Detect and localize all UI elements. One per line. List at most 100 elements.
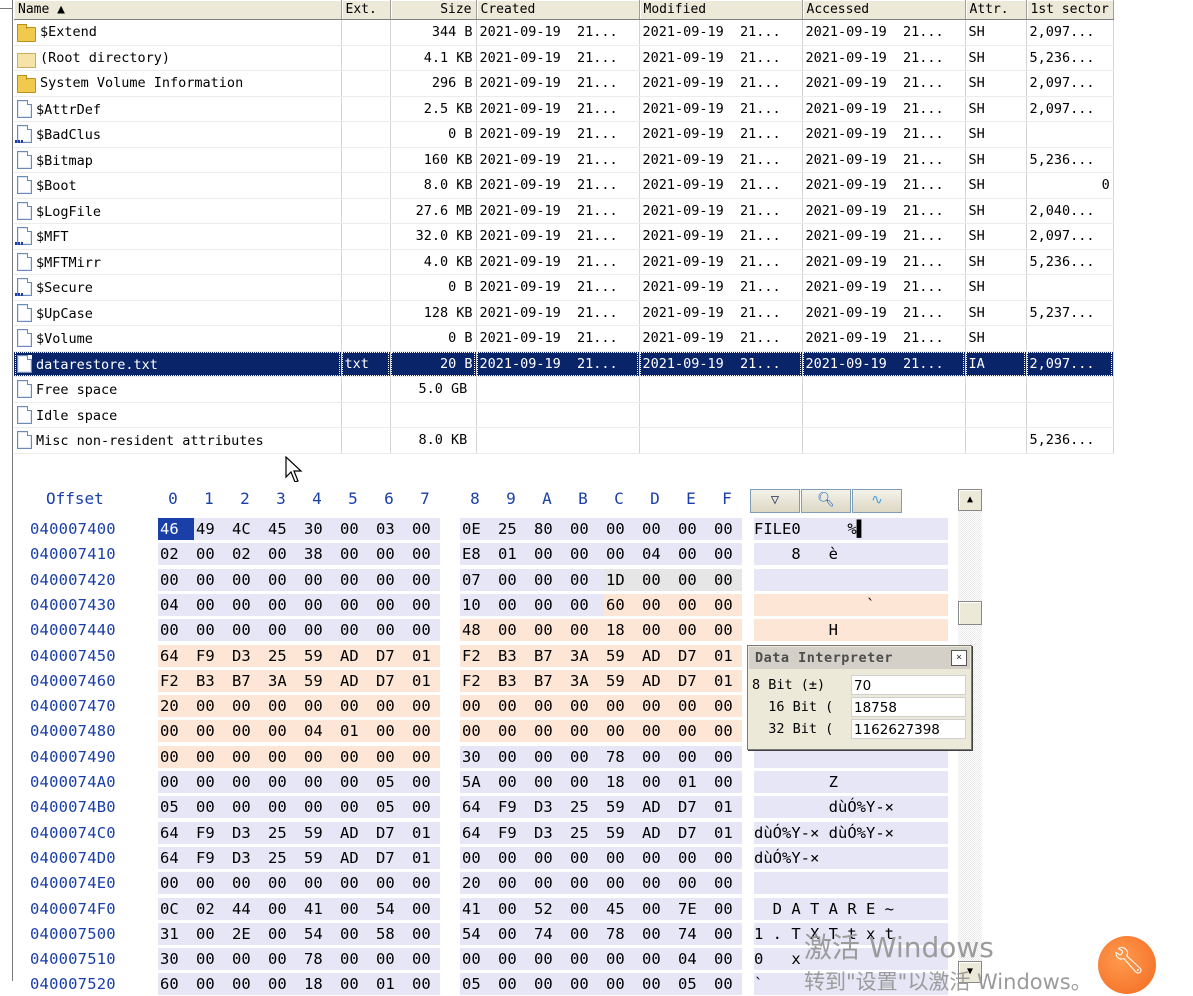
hex-byte[interactable]: 05 [158, 796, 194, 819]
hex-byte[interactable]: 00 [230, 973, 266, 996]
hex-byte[interactable]: B7 [230, 669, 266, 692]
hex-byte[interactable]: 44 [230, 897, 266, 920]
hex-byte[interactable]: 00 [410, 872, 440, 895]
hex-byte[interactable]: 01 [676, 771, 712, 793]
hex-byte[interactable]: 05 [460, 973, 496, 996]
hex-byte[interactable]: D7 [676, 821, 712, 844]
hex-byte[interactable]: F9 [194, 644, 230, 667]
file-row[interactable]: $Volume 0 B 2021-09-19 21... 2021-09-19 21.… [14, 325, 1114, 352]
hex-text[interactable]: dùÓ%Y-× dùÓ%Y-× [754, 821, 948, 844]
hex-byte[interactable]: 20 [460, 872, 496, 895]
hex-byte[interactable]: 00 [194, 695, 230, 718]
hex-byte[interactable]: 7E [676, 897, 712, 920]
hex-byte[interactable]: 78 [604, 922, 640, 945]
hex-byte[interactable]: AD [640, 644, 676, 667]
hex-byte[interactable]: 00 [532, 846, 568, 869]
column-header-created[interactable]: Created [476, 0, 640, 20]
hex-byte[interactable]: 00 [712, 518, 742, 540]
hex-byte[interactable]: 00 [568, 973, 604, 996]
hex-byte[interactable]: 00 [604, 846, 640, 869]
hex-byte[interactable]: 00 [712, 897, 742, 920]
hex-byte[interactable]: 01 [410, 846, 440, 869]
hex-text[interactable] [754, 568, 948, 591]
hex-byte[interactable]: 00 [568, 593, 604, 616]
hex-byte[interactable]: 00 [568, 518, 604, 540]
hex-byte[interactable]: 5A [460, 771, 496, 793]
hex-byte[interactable]: 00 [374, 543, 410, 566]
di-value-8bit[interactable]: 70 [851, 675, 966, 695]
hex-byte[interactable]: AD [338, 821, 374, 844]
hex-byte[interactable]: 00 [712, 922, 742, 945]
hex-byte[interactable]: 00 [604, 695, 640, 718]
hex-byte[interactable]: 64 [158, 644, 194, 667]
hex-byte[interactable]: 00 [410, 948, 440, 971]
hex-byte[interactable]: 41 [302, 897, 338, 920]
hex-byte[interactable]: 00 [302, 695, 338, 718]
hex-byte[interactable]: 00 [532, 720, 568, 743]
hex-byte[interactable]: 00 [338, 897, 374, 920]
wave-button[interactable]: ∿ [852, 489, 902, 513]
hex-byte[interactable]: 00 [496, 922, 532, 945]
hex-byte[interactable]: 00 [302, 872, 338, 895]
hex-byte[interactable]: 41 [460, 897, 496, 920]
hex-byte[interactable]: 00 [266, 922, 302, 945]
hex-byte[interactable]: 54 [460, 922, 496, 945]
hex-byte[interactable]: 00 [194, 720, 230, 743]
hex-byte[interactable]: D3 [532, 796, 568, 819]
hex-byte[interactable]: 00 [460, 695, 496, 718]
hex-byte[interactable]: 00 [266, 568, 302, 591]
hex-byte[interactable]: 00 [338, 771, 374, 793]
hex-byte[interactable]: 00 [410, 922, 440, 945]
hex-byte[interactable]: 64 [460, 821, 496, 844]
hex-byte[interactable]: 00 [640, 518, 676, 540]
text-mode-button[interactable]: ▽ [750, 489, 800, 513]
hex-byte[interactable]: 00 [712, 872, 742, 895]
di-value-32bit[interactable]: 1162627398 [851, 719, 966, 739]
hex-byte[interactable]: 00 [230, 720, 266, 743]
hex-byte[interactable]: 54 [302, 922, 338, 945]
hex-byte[interactable]: 48 [460, 619, 496, 642]
hex-byte[interactable]: 00 [302, 745, 338, 768]
hex-text[interactable]: dùÓ%Y-× [754, 846, 948, 869]
hex-byte[interactable]: 00 [338, 518, 374, 540]
hex-byte[interactable]: 00 [460, 846, 496, 869]
hex-byte[interactable]: 00 [568, 619, 604, 642]
hex-text[interactable]: dùÓ%Y-× [754, 796, 948, 819]
hex-byte[interactable]: 00 [640, 720, 676, 743]
hex-byte[interactable]: 00 [640, 872, 676, 895]
hex-byte[interactable]: 00 [338, 619, 374, 642]
hex-byte[interactable]: 00 [338, 745, 374, 768]
hex-byte[interactable]: 00 [712, 720, 742, 743]
file-row[interactable]: $Bitmap 160 KB 2021-09-19 21... 2021-09-19 … [14, 147, 1114, 173]
hex-byte[interactable]: 00 [410, 568, 440, 591]
hex-byte[interactable]: 07 [460, 568, 496, 591]
hex-byte[interactable]: 64 [158, 846, 194, 869]
hex-byte[interactable]: AD [338, 846, 374, 869]
hex-byte[interactable]: 00 [410, 543, 440, 566]
hex-byte[interactable]: B3 [496, 644, 532, 667]
hex-byte[interactable]: 00 [532, 872, 568, 895]
hex-byte[interactable]: 00 [712, 745, 742, 768]
hex-byte[interactable]: 3A [568, 644, 604, 667]
hex-byte[interactable]: B3 [496, 669, 532, 692]
hex-byte[interactable]: 00 [676, 720, 712, 743]
close-icon[interactable]: × [951, 650, 967, 666]
hex-byte[interactable]: 80 [532, 518, 568, 540]
hex-byte[interactable]: 00 [266, 897, 302, 920]
hex-text[interactable]: FILE0 %▌ [754, 518, 948, 540]
hex-byte[interactable]: 00 [532, 973, 568, 996]
hex-byte[interactable]: 00 [410, 771, 440, 793]
column-header-name[interactable]: Name ▲ [14, 0, 342, 20]
hex-byte[interactable]: 00 [496, 897, 532, 920]
file-row[interactable]: $UpCase 128 KB 2021-09-19 21... 2021-09-19 … [14, 300, 1114, 326]
hex-byte[interactable]: 00 [338, 948, 374, 971]
hex-byte[interactable]: 00 [266, 720, 302, 743]
hex-byte[interactable]: 00 [158, 872, 194, 895]
hex-byte[interactable]: 04 [676, 948, 712, 971]
hex-byte[interactable]: 18 [604, 771, 640, 793]
hex-byte[interactable]: 00 [676, 568, 712, 591]
hex-byte[interactable]: 59 [302, 821, 338, 844]
hex-byte[interactable]: 00 [640, 922, 676, 945]
hex-byte[interactable]: F2 [460, 644, 496, 667]
hex-byte[interactable]: 00 [496, 872, 532, 895]
